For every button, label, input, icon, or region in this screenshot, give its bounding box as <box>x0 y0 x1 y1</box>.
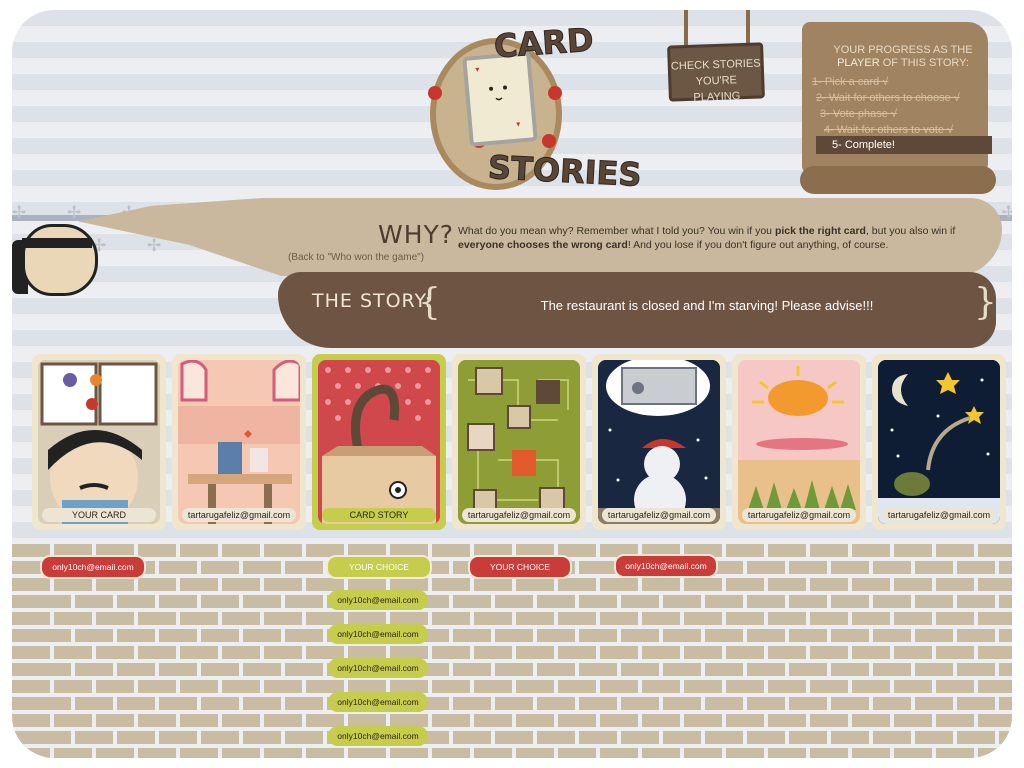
story-text: The restaurant is closed and I'm starvin… <box>540 298 874 313</box>
brick-row <box>12 629 1012 642</box>
vote-pill: only10ch@email.com <box>614 554 718 578</box>
card-player[interactable]: tartarugafeliz@gmail.com <box>592 354 726 530</box>
vote-pill: only10ch@email.com <box>328 692 428 712</box>
rope <box>684 10 688 48</box>
progress-step: 2- Wait for others to choose √ <box>816 92 960 104</box>
card-art-snowman <box>598 360 720 524</box>
game-board: ✢ ✢ ✢ ✢ ✢ ✢ ✢ ✢ ✢ ✢ ✢ ✢ ✢ ✢ ✢ ✢ ✢ ✢ ✢ ✢ … <box>12 10 1012 758</box>
progress-step: 3- Vote phase √ <box>820 108 897 120</box>
your-choice-badge: YOUR CHOICE <box>468 555 572 579</box>
card-art-night-sky <box>878 360 1000 524</box>
scroll-roll <box>800 166 996 194</box>
ninja-avatar <box>12 224 98 296</box>
your-choice-badge: YOUR CHOICE <box>326 555 432 579</box>
card-player[interactable]: tartarugafeliz@gmail.com <box>732 354 866 530</box>
why-text-bold: everyone chooses the wrong card <box>458 239 628 251</box>
brick-row <box>12 731 1012 744</box>
brick-row <box>12 663 1012 676</box>
card-label: tartarugafeliz@gmail.com <box>742 508 856 522</box>
progress-title-text: YOUR PROGRESS AS THE <box>833 44 973 56</box>
progress-step: 4- Wait for others to vote √ <box>824 124 954 136</box>
card-story[interactable]: CARD STORY <box>312 354 446 530</box>
card-label: tartarugafeliz@gmail.com <box>462 508 576 522</box>
card-label: CARD STORY <box>322 508 436 522</box>
card-label: tartarugafeliz@gmail.com <box>882 508 996 522</box>
why-explanation: What do you mean why? Remember what I to… <box>458 224 978 252</box>
check-stories-sign[interactable]: CHECK STORIES YOU'RE PLAYING <box>662 10 772 105</box>
brick-row <box>12 697 1012 710</box>
avatar-mask <box>22 238 92 248</box>
progress-current-step: 5- Complete! <box>816 136 992 154</box>
vote-pill: only10ch@email.com <box>328 624 428 644</box>
progress-title-player: PLAYER <box>837 57 880 69</box>
logo-word-card: CARD <box>492 20 595 66</box>
card-your-card[interactable]: YOUR CARD <box>32 354 166 530</box>
card-art-cafe <box>178 360 300 524</box>
logo-dot <box>548 86 562 100</box>
card-label: tartarugafeliz@gmail.com <box>182 508 296 522</box>
why-text-bold: pick the right card <box>774 225 866 237</box>
story-title: THE STORY: <box>312 290 433 312</box>
logo-card-character <box>462 51 538 147</box>
logo-word-stories: STORIES <box>487 148 643 195</box>
card-art-boy-flower <box>38 360 160 524</box>
vote-pill: only10ch@email.com <box>328 590 428 610</box>
card-player[interactable]: tartarugafeliz@gmail.com <box>452 354 586 530</box>
logo-dot <box>542 134 556 148</box>
logo-dot <box>428 86 442 100</box>
card-label: YOUR CARD <box>42 508 156 522</box>
card-player[interactable]: tartarugafeliz@gmail.com <box>872 354 1006 530</box>
card-label: tartarugafeliz@gmail.com <box>602 508 716 522</box>
card-art-sun-forest <box>738 360 860 524</box>
why-title: WHY? <box>378 220 455 249</box>
story-close-brace: } <box>974 282 997 323</box>
progress-scroll: YOUR PROGRESS AS THE PLAYER OF THIS STOR… <box>800 22 998 194</box>
back-to-who-won-link[interactable]: (Back to "Who won the game") <box>288 252 424 263</box>
why-text-part: What do you mean why? Remember what I to… <box>458 225 775 237</box>
brick-row <box>12 595 1012 608</box>
card-row: YOUR CARD tartarugafeliz@gmail.com CARD … <box>28 354 1012 532</box>
card-player[interactable]: tartarugafeliz@gmail.com <box>172 354 306 530</box>
why-text-part: , but you also win if <box>865 225 956 237</box>
progress-step: 1- Pick a card √ <box>812 76 889 88</box>
check-stories-button[interactable]: CHECK STORIES YOU'RE PLAYING <box>667 42 765 104</box>
vote-pill: only10ch@email.com <box>328 658 428 678</box>
card-art-box-tail <box>318 360 440 524</box>
progress-title: YOUR PROGRESS AS THE PLAYER OF THIS STOR… <box>828 44 978 70</box>
vote-pill: only10ch@email.com <box>328 726 428 746</box>
vote-pill: only10ch@email.com <box>40 555 146 579</box>
card-art-maze <box>458 360 580 524</box>
why-text-part: ! And you lose if you don't figure out a… <box>627 239 889 251</box>
avatar-head <box>22 224 98 296</box>
card-stories-logo[interactable]: CARD STORIES <box>402 16 643 196</box>
progress-title-rest: OF THIS STORY: <box>882 57 969 69</box>
